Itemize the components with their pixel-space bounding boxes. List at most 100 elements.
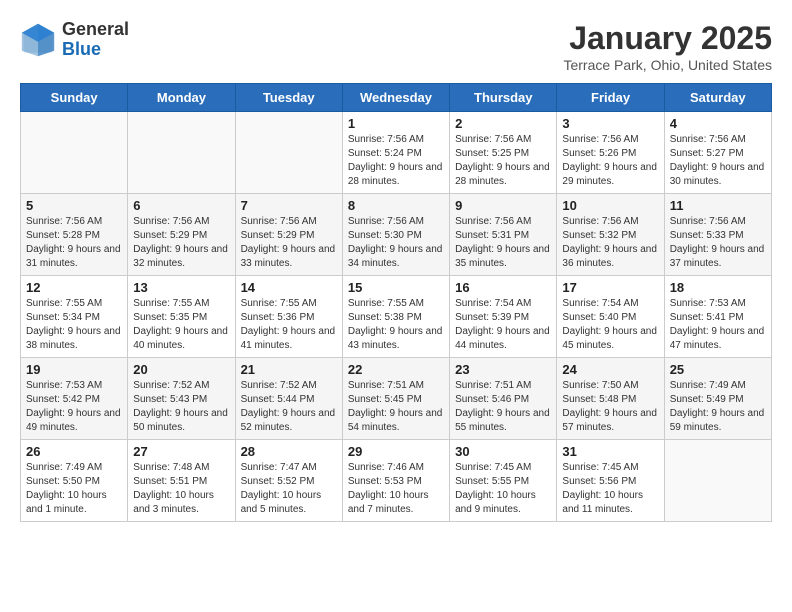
calendar-cell: 5 Sunrise: 7:56 AMSunset: 5:28 PMDayligh…: [21, 194, 128, 276]
calendar-week-row: 19 Sunrise: 7:53 AMSunset: 5:42 PMDaylig…: [21, 358, 772, 440]
day-number: 27: [133, 444, 229, 459]
calendar-cell: 14 Sunrise: 7:55 AMSunset: 5:36 PMDaylig…: [235, 276, 342, 358]
day-info: Sunrise: 7:49 AMSunset: 5:49 PMDaylight:…: [670, 379, 766, 435]
day-info: Sunrise: 7:56 AMSunset: 5:28 PMDaylight:…: [26, 215, 122, 271]
day-number: 8: [348, 198, 444, 213]
day-number: 20: [133, 362, 229, 377]
calendar-week-row: 12 Sunrise: 7:55 AMSunset: 5:34 PMDaylig…: [21, 276, 772, 358]
title-block: January 2025 Terrace Park, Ohio, United …: [563, 20, 772, 73]
day-info: Sunrise: 7:51 AMSunset: 5:45 PMDaylight:…: [348, 379, 444, 435]
calendar-cell: 17 Sunrise: 7:54 AMSunset: 5:40 PMDaylig…: [557, 276, 664, 358]
calendar-cell: 6 Sunrise: 7:56 AMSunset: 5:29 PMDayligh…: [128, 194, 235, 276]
day-number: 4: [670, 116, 766, 131]
day-info: Sunrise: 7:56 AMSunset: 5:30 PMDaylight:…: [348, 215, 444, 271]
calendar-cell: 8 Sunrise: 7:56 AMSunset: 5:30 PMDayligh…: [342, 194, 449, 276]
calendar-week-row: 26 Sunrise: 7:49 AMSunset: 5:50 PMDaylig…: [21, 440, 772, 522]
day-number: 2: [455, 116, 551, 131]
day-info: Sunrise: 7:56 AMSunset: 5:29 PMDaylight:…: [241, 215, 337, 271]
calendar-cell: 31 Sunrise: 7:45 AMSunset: 5:56 PMDaylig…: [557, 440, 664, 522]
day-info: Sunrise: 7:46 AMSunset: 5:53 PMDaylight:…: [348, 461, 444, 517]
calendar-cell: 30 Sunrise: 7:45 AMSunset: 5:55 PMDaylig…: [450, 440, 557, 522]
day-info: Sunrise: 7:53 AMSunset: 5:41 PMDaylight:…: [670, 297, 766, 353]
calendar-cell: 2 Sunrise: 7:56 AMSunset: 5:25 PMDayligh…: [450, 112, 557, 194]
day-number: 31: [562, 444, 658, 459]
day-number: 7: [241, 198, 337, 213]
day-number: 30: [455, 444, 551, 459]
weekday-header: Saturday: [664, 84, 771, 112]
day-info: Sunrise: 7:56 AMSunset: 5:33 PMDaylight:…: [670, 215, 766, 271]
weekday-header: Wednesday: [342, 84, 449, 112]
day-info: Sunrise: 7:54 AMSunset: 5:40 PMDaylight:…: [562, 297, 658, 353]
day-number: 17: [562, 280, 658, 295]
calendar-cell: 12 Sunrise: 7:55 AMSunset: 5:34 PMDaylig…: [21, 276, 128, 358]
calendar-cell: [235, 112, 342, 194]
calendar-week-row: 5 Sunrise: 7:56 AMSunset: 5:28 PMDayligh…: [21, 194, 772, 276]
day-number: 21: [241, 362, 337, 377]
calendar-cell: 19 Sunrise: 7:53 AMSunset: 5:42 PMDaylig…: [21, 358, 128, 440]
day-info: Sunrise: 7:56 AMSunset: 5:32 PMDaylight:…: [562, 215, 658, 271]
calendar-cell: 18 Sunrise: 7:53 AMSunset: 5:41 PMDaylig…: [664, 276, 771, 358]
logo-text: General Blue: [62, 20, 129, 60]
calendar-cell: 4 Sunrise: 7:56 AMSunset: 5:27 PMDayligh…: [664, 112, 771, 194]
day-info: Sunrise: 7:55 AMSunset: 5:34 PMDaylight:…: [26, 297, 122, 353]
day-number: 5: [26, 198, 122, 213]
calendar-cell: 7 Sunrise: 7:56 AMSunset: 5:29 PMDayligh…: [235, 194, 342, 276]
day-number: 26: [26, 444, 122, 459]
day-info: Sunrise: 7:55 AMSunset: 5:35 PMDaylight:…: [133, 297, 229, 353]
day-number: 16: [455, 280, 551, 295]
day-number: 29: [348, 444, 444, 459]
day-number: 15: [348, 280, 444, 295]
day-info: Sunrise: 7:56 AMSunset: 5:24 PMDaylight:…: [348, 133, 444, 189]
day-number: 24: [562, 362, 658, 377]
weekday-header-row: SundayMondayTuesdayWednesdayThursdayFrid…: [21, 84, 772, 112]
day-number: 1: [348, 116, 444, 131]
day-number: 9: [455, 198, 551, 213]
logo-blue: Blue: [62, 40, 129, 60]
day-number: 3: [562, 116, 658, 131]
logo-general: General: [62, 20, 129, 40]
page-header: General Blue January 2025 Terrace Park, …: [20, 20, 772, 73]
day-info: Sunrise: 7:49 AMSunset: 5:50 PMDaylight:…: [26, 461, 122, 517]
weekday-header: Thursday: [450, 84, 557, 112]
calendar-cell: 24 Sunrise: 7:50 AMSunset: 5:48 PMDaylig…: [557, 358, 664, 440]
logo: General Blue: [20, 20, 129, 60]
logo-icon: [20, 22, 56, 58]
weekday-header: Monday: [128, 84, 235, 112]
calendar-cell: 16 Sunrise: 7:54 AMSunset: 5:39 PMDaylig…: [450, 276, 557, 358]
month-title: January 2025: [563, 20, 772, 57]
day-info: Sunrise: 7:52 AMSunset: 5:44 PMDaylight:…: [241, 379, 337, 435]
day-info: Sunrise: 7:56 AMSunset: 5:27 PMDaylight:…: [670, 133, 766, 189]
calendar-cell: 9 Sunrise: 7:56 AMSunset: 5:31 PMDayligh…: [450, 194, 557, 276]
day-info: Sunrise: 7:56 AMSunset: 5:26 PMDaylight:…: [562, 133, 658, 189]
calendar-cell: 29 Sunrise: 7:46 AMSunset: 5:53 PMDaylig…: [342, 440, 449, 522]
day-info: Sunrise: 7:53 AMSunset: 5:42 PMDaylight:…: [26, 379, 122, 435]
calendar-cell: [664, 440, 771, 522]
calendar-week-row: 1 Sunrise: 7:56 AMSunset: 5:24 PMDayligh…: [21, 112, 772, 194]
calendar-cell: 11 Sunrise: 7:56 AMSunset: 5:33 PMDaylig…: [664, 194, 771, 276]
day-number: 12: [26, 280, 122, 295]
day-info: Sunrise: 7:45 AMSunset: 5:55 PMDaylight:…: [455, 461, 551, 517]
day-info: Sunrise: 7:50 AMSunset: 5:48 PMDaylight:…: [562, 379, 658, 435]
day-info: Sunrise: 7:55 AMSunset: 5:38 PMDaylight:…: [348, 297, 444, 353]
day-number: 18: [670, 280, 766, 295]
calendar-cell: 25 Sunrise: 7:49 AMSunset: 5:49 PMDaylig…: [664, 358, 771, 440]
calendar-cell: 21 Sunrise: 7:52 AMSunset: 5:44 PMDaylig…: [235, 358, 342, 440]
day-info: Sunrise: 7:45 AMSunset: 5:56 PMDaylight:…: [562, 461, 658, 517]
calendar-cell: 15 Sunrise: 7:55 AMSunset: 5:38 PMDaylig…: [342, 276, 449, 358]
calendar-cell: 10 Sunrise: 7:56 AMSunset: 5:32 PMDaylig…: [557, 194, 664, 276]
day-info: Sunrise: 7:54 AMSunset: 5:39 PMDaylight:…: [455, 297, 551, 353]
day-info: Sunrise: 7:56 AMSunset: 5:29 PMDaylight:…: [133, 215, 229, 271]
weekday-header: Sunday: [21, 84, 128, 112]
calendar-cell: 20 Sunrise: 7:52 AMSunset: 5:43 PMDaylig…: [128, 358, 235, 440]
calendar-cell: 3 Sunrise: 7:56 AMSunset: 5:26 PMDayligh…: [557, 112, 664, 194]
calendar-cell: [128, 112, 235, 194]
day-number: 13: [133, 280, 229, 295]
calendar-cell: 27 Sunrise: 7:48 AMSunset: 5:51 PMDaylig…: [128, 440, 235, 522]
calendar-cell: 22 Sunrise: 7:51 AMSunset: 5:45 PMDaylig…: [342, 358, 449, 440]
day-number: 28: [241, 444, 337, 459]
calendar-cell: 1 Sunrise: 7:56 AMSunset: 5:24 PMDayligh…: [342, 112, 449, 194]
day-info: Sunrise: 7:51 AMSunset: 5:46 PMDaylight:…: [455, 379, 551, 435]
day-info: Sunrise: 7:48 AMSunset: 5:51 PMDaylight:…: [133, 461, 229, 517]
day-number: 14: [241, 280, 337, 295]
location: Terrace Park, Ohio, United States: [563, 57, 772, 73]
